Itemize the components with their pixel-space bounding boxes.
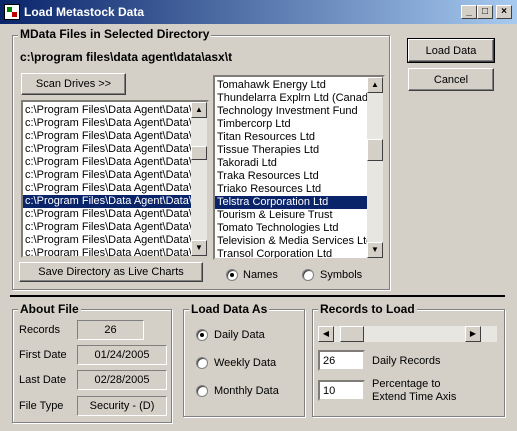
scroll-down-icon[interactable]: ▼ <box>367 242 383 258</box>
symbols-radio[interactable] <box>302 269 314 281</box>
securities-scrollbar[interactable]: ▲ ▼ <box>367 77 383 258</box>
records-slider[interactable]: ◀ ▶ <box>318 326 497 342</box>
minimize-button[interactable]: _ <box>461 5 477 19</box>
scan-drives-label: Scan Drives >> <box>35 78 112 90</box>
list-item[interactable]: Triako Resources Ltd <box>215 183 367 196</box>
maximize-icon: □ <box>481 6 489 17</box>
daily-data-label: Daily Data <box>214 329 265 341</box>
symbols-label: Symbols <box>320 269 363 281</box>
scroll-up-icon[interactable]: ▲ <box>191 102 207 118</box>
list-item[interactable]: c:\Program Files\Data Agent\Data\ <box>23 182 191 195</box>
file-type-value: Security - (D) <box>77 396 167 416</box>
list-item[interactable]: Transol Corporation Ltd <box>215 248 367 258</box>
daily-data-radio[interactable] <box>196 329 208 341</box>
percentage-label-line1: Percentage to <box>372 378 441 390</box>
scan-drives-button[interactable]: Scan Drives >> <box>21 73 126 95</box>
directory-list[interactable]: c:\Program Files\Data Agent\Data\ c:\Prog… <box>21 100 209 258</box>
last-date-value: 02/28/2005 <box>77 370 167 390</box>
names-label: Names <box>243 269 278 281</box>
securities-rows: Tomahawk Energy Ltd Thundelarra Explrn Lt… <box>215 79 367 258</box>
scroll-up-icon[interactable]: ▲ <box>367 77 383 93</box>
list-item[interactable]: c:\Program Files\Data Agent\Data\ <box>23 234 191 247</box>
data-files-legend: MData Files in Selected Directory <box>18 27 212 41</box>
slider-right-icon[interactable]: ▶ <box>465 326 481 342</box>
list-item[interactable]: c:\Program Files\Data Agent\Data\ <box>23 104 191 117</box>
daily-records-input[interactable]: 26 <box>318 350 365 371</box>
directory-scroll-thumb[interactable] <box>191 146 207 160</box>
list-item[interactable]: Takoradi Ltd <box>215 157 367 170</box>
slider-left-icon[interactable]: ◀ <box>318 326 334 342</box>
list-item[interactable]: c:\Program Files\Data Agent\Data\ <box>23 195 191 208</box>
load-data-as-legend: Load Data As <box>189 302 270 316</box>
weekly-data-radio[interactable] <box>196 357 208 369</box>
monthly-data-label: Monthly Data <box>214 385 279 397</box>
directory-rows: c:\Program Files\Data Agent\Data\ c:\Prog… <box>23 104 191 256</box>
list-item[interactable]: c:\Program Files\Data Agent\Data\ <box>23 247 191 256</box>
list-item[interactable]: Traka Resources Ltd <box>215 170 367 183</box>
title-bar[interactable]: Load Metastock Data _ □ × <box>0 0 517 24</box>
list-item[interactable]: c:\Program Files\Data Agent\Data\ <box>23 169 191 182</box>
maximize-button[interactable]: □ <box>477 5 493 19</box>
securities-scroll-thumb[interactable] <box>367 139 383 161</box>
list-item[interactable]: Timbercorp Ltd <box>215 118 367 131</box>
list-item[interactable]: Tomahawk Energy Ltd <box>215 79 367 92</box>
records-label: Records <box>19 324 60 336</box>
list-item[interactable]: Tourism & Leisure Trust <box>215 209 367 222</box>
close-button[interactable]: × <box>496 5 512 19</box>
records-value: 26 <box>77 320 144 340</box>
load-data-label: Load Data <box>425 44 477 57</box>
list-item[interactable]: c:\Program Files\Data Agent\Data\ <box>23 208 191 221</box>
monthly-data-radio[interactable] <box>196 385 208 397</box>
list-item[interactable]: c:\Program Files\Data Agent\Data\ <box>23 156 191 169</box>
list-item[interactable]: Technology Investment Fund <box>215 105 367 118</box>
section-divider <box>10 295 505 297</box>
list-item[interactable]: Television & Media Services Ltc <box>215 235 367 248</box>
file-type-label: File Type <box>19 400 64 412</box>
percentage-input[interactable]: 10 <box>318 380 365 401</box>
load-data-button[interactable]: Load Data <box>407 38 495 63</box>
directory-scrollbar[interactable]: ▲ ▼ <box>191 102 207 256</box>
list-item[interactable]: c:\Program Files\Data Agent\Data\ <box>23 143 191 156</box>
list-item[interactable]: Tomato Technologies Ltd <box>215 222 367 235</box>
last-date-label: Last Date <box>19 374 67 386</box>
list-item[interactable]: c:\Program Files\Data Agent\Data\ <box>23 117 191 130</box>
app-icon <box>4 4 20 20</box>
minimize-icon: _ <box>466 6 472 17</box>
percentage-label-line2: Extend Time Axis <box>372 391 457 403</box>
list-item[interactable]: c:\Program Files\Data Agent\Data\ <box>23 130 191 143</box>
weekly-data-label: Weekly Data <box>214 357 277 369</box>
daily-records-label: Daily Records <box>372 355 441 367</box>
cancel-label: Cancel <box>433 73 469 86</box>
first-date-label: First Date <box>19 349 67 361</box>
list-item[interactable]: Thundelarra Explrn Ltd (Canada <box>215 92 367 105</box>
records-to-load-legend: Records to Load <box>318 302 417 316</box>
records-slider-thumb[interactable] <box>340 326 364 342</box>
current-path: c:\program files\data agent\data\asx\t <box>20 50 233 64</box>
save-directory-label: Save Directory as Live Charts <box>38 266 184 278</box>
cancel-button[interactable]: Cancel <box>408 68 494 91</box>
securities-list[interactable]: Tomahawk Energy Ltd Thundelarra Explrn Lt… <box>213 75 385 260</box>
window-title: Load Metastock Data <box>24 5 145 19</box>
first-date-value: 01/24/2005 <box>77 345 167 365</box>
list-item[interactable]: Telstra Corporation Ltd <box>215 196 367 209</box>
list-item[interactable]: Tissue Therapies Ltd <box>215 144 367 157</box>
close-icon: × <box>501 6 507 17</box>
about-file-legend: About File <box>18 302 81 316</box>
scroll-down-icon[interactable]: ▼ <box>191 240 207 256</box>
save-directory-button[interactable]: Save Directory as Live Charts <box>19 262 203 282</box>
list-item[interactable]: Titan Resources Ltd <box>215 131 367 144</box>
names-radio[interactable] <box>226 269 238 281</box>
list-item[interactable]: c:\Program Files\Data Agent\Data\ <box>23 221 191 234</box>
